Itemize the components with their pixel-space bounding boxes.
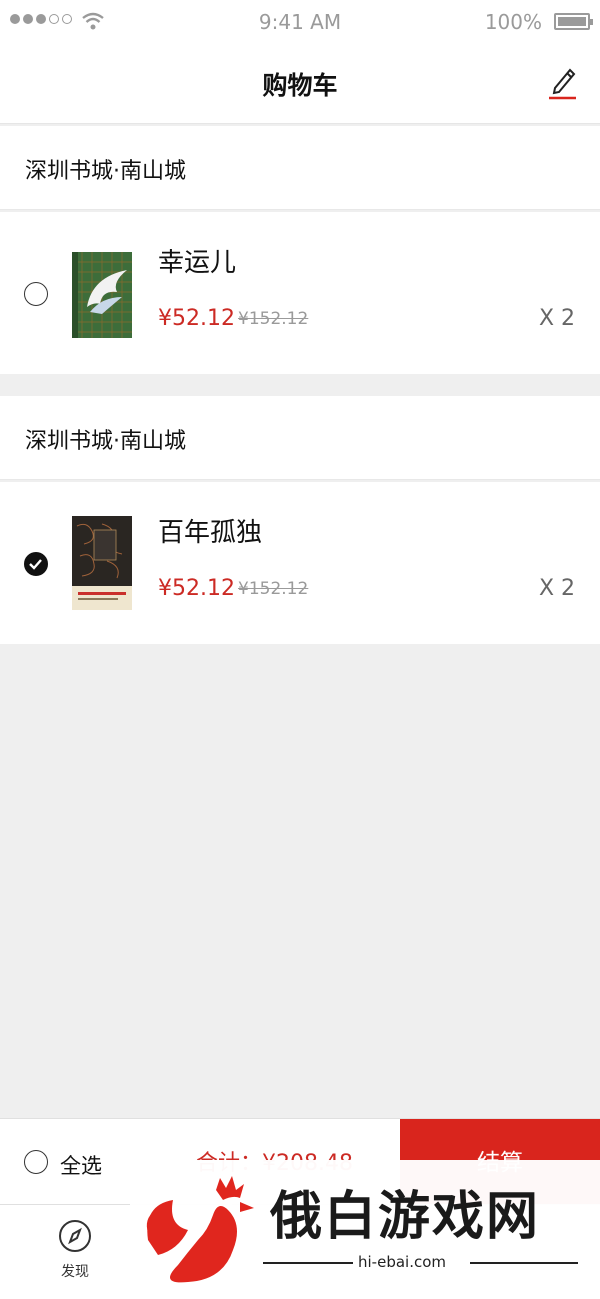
compass-icon [59, 1220, 91, 1252]
battery-icon [554, 13, 593, 30]
item-checkbox-checked[interactable] [24, 552, 48, 576]
nav-bar: 购物车 [0, 46, 600, 124]
book-cover [72, 252, 132, 338]
status-bar: 9:41 AM 100% [0, 0, 600, 46]
page-title: 购物车 [262, 71, 338, 100]
cart-item[interactable]: 百年孤独 ¥52.12 ¥152.12 X 2 [0, 482, 600, 644]
watermark: 俄白游戏网 hi-ebai.com [130, 1160, 600, 1299]
shop-name: 深圳书城·南山城 [25, 429, 186, 454]
book-cover [72, 516, 132, 610]
item-title[interactable]: 百年孤独 [158, 512, 262, 549]
tab-label: 发现 [61, 1264, 89, 1280]
rooster-logo [146, 1176, 254, 1283]
cart-item[interactable]: 幸运儿 ¥52.12 ¥152.12 X 2 [0, 212, 600, 374]
item-quantity: X 2 [538, 576, 575, 601]
shop-header: 深圳书城·南山城 [0, 126, 600, 210]
item-price: ¥52.12 [158, 576, 235, 601]
pencil-icon[interactable] [546, 62, 578, 102]
watermark-line-right [470, 1262, 578, 1264]
watermark-url: hi-ebai.com [358, 1253, 447, 1271]
shop-name: 深圳书城·南山城 [25, 159, 186, 184]
select-all-label[interactable]: 全选 [60, 1150, 102, 1180]
watermark-text: 俄白游戏网 [270, 1187, 541, 1247]
item-original-price: ¥152.12 [238, 579, 309, 599]
select-all-checkbox[interactable] [24, 1150, 48, 1174]
tab-discover[interactable]: 发现 [50, 1219, 100, 1281]
shop-header: 深圳书城·南山城 [0, 396, 600, 480]
battery-percent: 100% [484, 10, 542, 34]
check-icon [29, 559, 42, 570]
item-quantity: X 2 [538, 306, 575, 331]
watermark-line-left [263, 1262, 353, 1264]
item-checkbox[interactable] [24, 282, 48, 306]
item-price: ¥52.12 [158, 306, 235, 331]
item-title[interactable]: 幸运儿 [158, 242, 236, 279]
item-original-price: ¥152.12 [238, 309, 309, 329]
